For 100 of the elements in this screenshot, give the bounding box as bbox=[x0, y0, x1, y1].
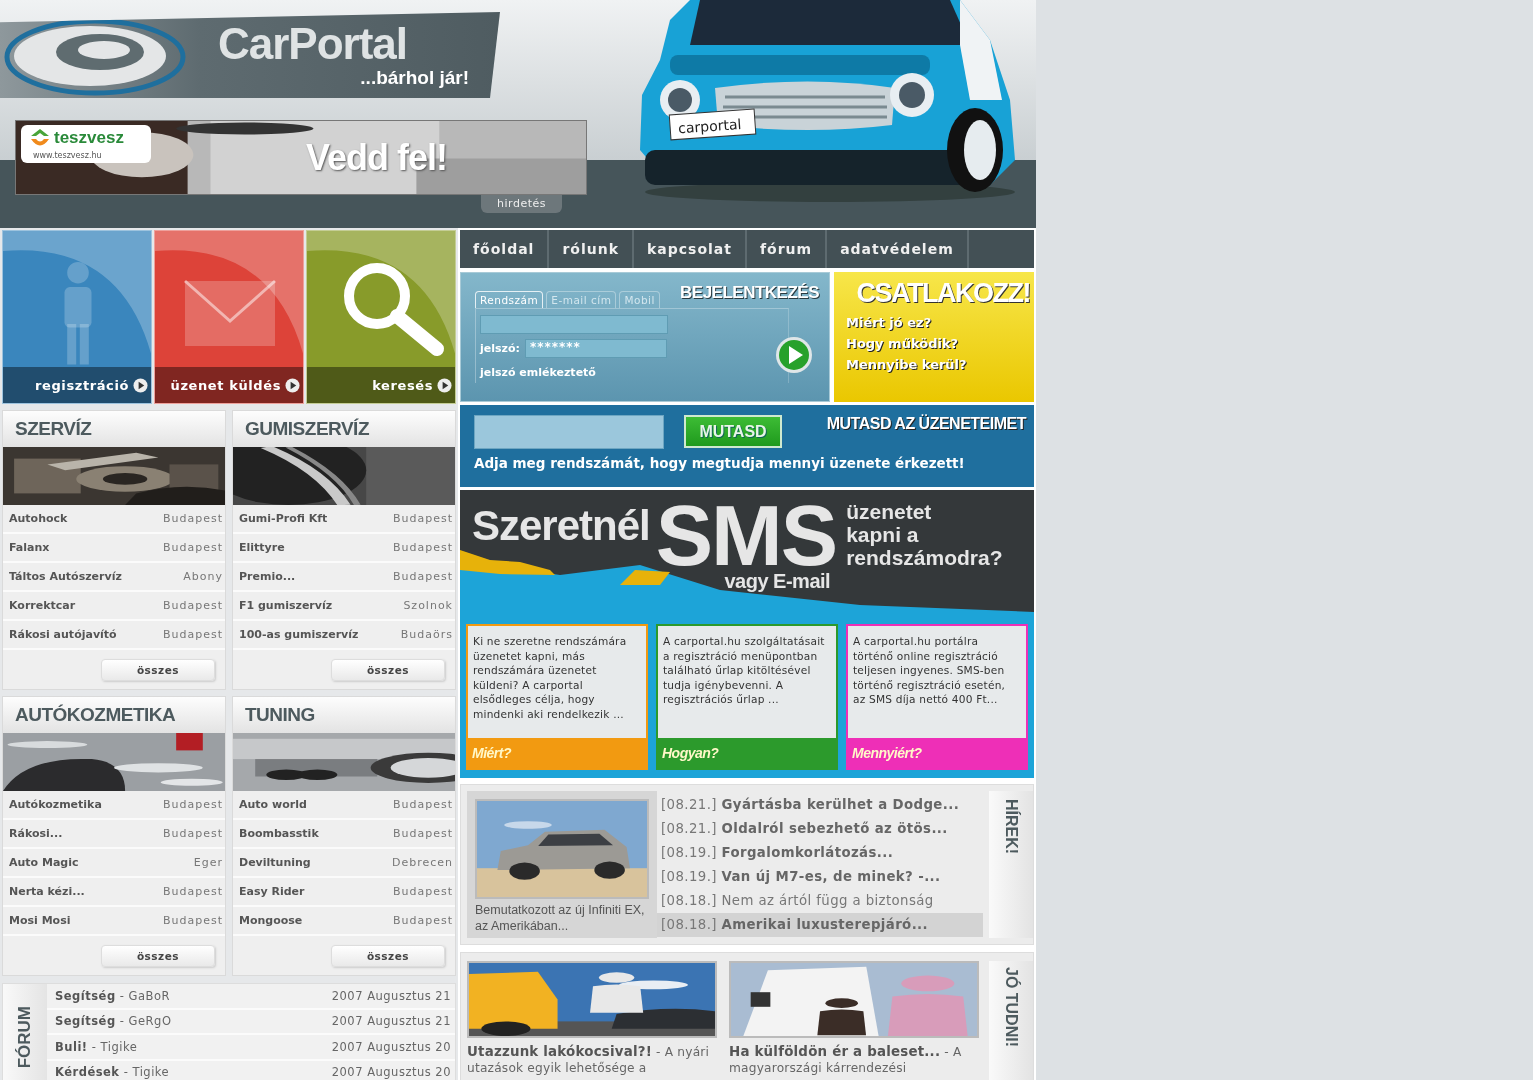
city-name: Eger bbox=[193, 856, 223, 869]
forum-title: FÓRUM bbox=[15, 1005, 35, 1069]
login-button[interactable] bbox=[775, 336, 813, 374]
company-name[interactable]: F1 gumiszervíz bbox=[239, 599, 333, 612]
category-title: AUTÓKOZMETIKA bbox=[3, 697, 225, 733]
card-link[interactable]: Mennyiért? bbox=[848, 738, 1026, 768]
company-name[interactable]: Boombasstik bbox=[239, 827, 319, 840]
company-name[interactable]: Mosi Mosi bbox=[9, 914, 71, 927]
city-name: Budapest bbox=[162, 827, 223, 840]
password-label: jelszó: bbox=[480, 342, 520, 355]
company-name[interactable]: 100-as gumiszervíz bbox=[239, 628, 359, 641]
company-name[interactable]: Auto world bbox=[239, 798, 307, 811]
nav-link[interactable]: kapcsolat bbox=[634, 230, 747, 268]
ad-label: hirdetés bbox=[481, 195, 562, 213]
city-name: Budapest bbox=[392, 914, 453, 927]
tip-text[interactable]: Ha külföldön ér a baleset... - A magyarországi kárrendezési bbox=[729, 1044, 981, 1076]
banner-text: üzenetet kapni a rendszámodra? bbox=[846, 500, 1003, 569]
card-text: A carportal.hu portálra történő online regisztráció teljesen ingyenes. SMS-ben történő regisztráció esetén, az SMS díja nettó 400 Ft... bbox=[852, 634, 1007, 708]
news-link[interactable]: [08.19.] Forgalomkorlátozás... bbox=[657, 841, 983, 865]
company-name[interactable]: Rákosi autójavító bbox=[9, 628, 117, 641]
news-link[interactable]: [08.19.] Van új M7-es, de minek? -... bbox=[657, 865, 983, 889]
site-slogan: ...bárhol jár! bbox=[360, 67, 470, 89]
news-link[interactable]: [08.18.] Amerikai luxusterepjáró... bbox=[657, 913, 983, 937]
tile-link[interactable]: regisztráció bbox=[3, 367, 151, 403]
city-name: Budaörs bbox=[400, 628, 453, 641]
featured-caption[interactable]: Bemutatkozott az új Infiniti EX, az Amerikában... bbox=[475, 902, 649, 934]
city-name: Szolnok bbox=[403, 599, 453, 612]
company-name[interactable]: Táltos Autószervíz bbox=[9, 570, 122, 583]
company-name[interactable]: Premio... bbox=[239, 570, 296, 583]
card-text: Ki ne szeretne rendszámára üzenetet kapni, más rendszámára üzenetet küldeni? A carportal elsődleges célja, hogy mindenki aki rendelkezik ... bbox=[472, 634, 628, 722]
city-name: Budapest bbox=[162, 914, 223, 927]
company-name[interactable]: Falanx bbox=[9, 541, 50, 554]
license-plate-text: carportal bbox=[677, 116, 742, 137]
company-name[interactable]: Auto Magic bbox=[9, 856, 79, 869]
city-name: Budapest bbox=[392, 885, 453, 898]
news-link[interactable]: [08.21.] Oldalról sebezhető az ötös... bbox=[657, 817, 983, 841]
play-icon bbox=[437, 377, 452, 393]
category-title: GUMISZERVÍZ bbox=[233, 411, 455, 447]
forum-topic[interactable]: Segítség - GeRgO bbox=[55, 1014, 172, 1029]
company-name[interactable]: Autókozmetika bbox=[9, 798, 102, 811]
post-date: 2007 Augusztus 20 bbox=[331, 1065, 451, 1080]
forum-topic[interactable]: Buli! - Tigike bbox=[55, 1039, 138, 1054]
company-name[interactable]: Autohock bbox=[9, 512, 68, 525]
company-name[interactable]: Gumi-Profi Kft bbox=[239, 512, 328, 525]
all-button[interactable]: összes bbox=[101, 944, 215, 967]
site-title: CarPortal bbox=[218, 21, 408, 67]
ad-banner[interactable]: teszvesz www.teszvesz.hu Vedd fel! bbox=[15, 120, 587, 195]
nav-link[interactable]: rólunk bbox=[549, 230, 634, 268]
play-icon bbox=[133, 377, 148, 393]
city-name: Budapest bbox=[392, 541, 453, 554]
license-plate-field[interactable] bbox=[474, 415, 664, 449]
company-name[interactable]: Mongoose bbox=[239, 914, 303, 927]
card-link[interactable]: Hogyan? bbox=[658, 738, 836, 768]
messages-title: MUTASD AZ ÜZENETEIMET bbox=[826, 415, 1026, 433]
nav-link[interactable]: főoldal bbox=[460, 230, 550, 268]
city-name: Debrecen bbox=[391, 856, 453, 869]
brand-icon bbox=[29, 127, 51, 148]
nav-link[interactable]: adatvédelem bbox=[827, 230, 969, 268]
company-name[interactable]: Deviltuning bbox=[239, 856, 311, 869]
all-button[interactable]: összes bbox=[331, 658, 445, 681]
forum-topic[interactable]: Segítség - GaBoR bbox=[55, 988, 170, 1003]
tip-text[interactable]: Utazzunk lakókocsival?! - A nyári utazások egyik lehetősége a bbox=[467, 1044, 719, 1076]
company-name[interactable]: Rákosi... bbox=[9, 827, 63, 840]
all-button[interactable]: összes bbox=[101, 658, 215, 681]
news-title: HÍREK! bbox=[1002, 799, 1020, 857]
city-name: Budapest bbox=[162, 628, 223, 641]
company-name[interactable]: Korrektcar bbox=[9, 599, 76, 612]
join-title: CSATLAKOZZ! bbox=[856, 278, 1030, 309]
all-button[interactable]: összes bbox=[331, 944, 445, 967]
tile-link[interactable]: üzenet küldés bbox=[155, 367, 303, 403]
city-name: Budapest bbox=[162, 885, 223, 898]
company-name[interactable]: Elittyre bbox=[239, 541, 285, 554]
city-name: Budapest bbox=[162, 541, 223, 554]
city-name: Budapest bbox=[392, 512, 453, 525]
post-date: 2007 Augusztus 20 bbox=[331, 1039, 451, 1054]
company-name[interactable]: Easy Rider bbox=[239, 885, 305, 898]
play-icon bbox=[285, 377, 300, 393]
category-title: SZERVÍZ bbox=[3, 411, 225, 447]
banner-subtitle: vagy E-mail bbox=[724, 570, 831, 593]
ad-headline: Vedd fel! bbox=[306, 136, 448, 179]
hint-text: Adja meg rendszámát, hogy megtudja mennyi üzenete érkezett! bbox=[474, 455, 966, 471]
advertiser-name: teszvesz bbox=[54, 127, 124, 148]
banner-headline: SMS bbox=[655, 498, 837, 572]
license-plate-field[interactable] bbox=[480, 315, 668, 334]
tile-link[interactable]: keresés bbox=[307, 367, 455, 403]
news-link[interactable]: [08.18.] Nem az ártól függ a biztonság bbox=[657, 889, 983, 913]
post-date: 2007 Augusztus 21 bbox=[331, 988, 451, 1003]
city-name: Budapest bbox=[162, 599, 223, 612]
news-link[interactable]: [08.21.] Gyártásba kerülhet a Dodge... bbox=[657, 793, 983, 817]
city-name: Budapest bbox=[162, 512, 223, 525]
card-text: A carportal.hu szolgáltatásait a regisztráció menüpontban található űrlap kitöltésével tudja igénybevenni. A regisztrációs űrlap ... bbox=[662, 634, 826, 708]
nav-link[interactable]: fórum bbox=[746, 230, 828, 268]
city-name: Abony bbox=[183, 570, 223, 583]
advertiser-url: www.teszvesz.hu bbox=[32, 150, 103, 160]
company-name[interactable]: Nerta kézi... bbox=[9, 885, 85, 898]
forum-topic[interactable]: Kérdések - Tigike bbox=[55, 1065, 170, 1080]
city-name: Budapest bbox=[392, 798, 453, 811]
city-name: Budapest bbox=[392, 827, 453, 840]
login-title: BEJELENTKEZÉS bbox=[680, 283, 819, 303]
city-name: Budapest bbox=[162, 798, 223, 811]
